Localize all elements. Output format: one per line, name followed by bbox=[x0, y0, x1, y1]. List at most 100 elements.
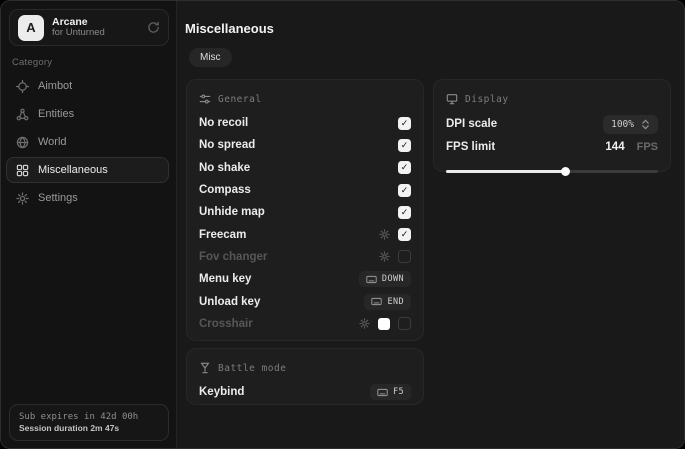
fps-limit-unit: FPS bbox=[637, 141, 658, 153]
unload-key-value: END bbox=[387, 297, 404, 307]
crosshair-color-swatch[interactable] bbox=[378, 318, 390, 330]
setting-row-keybind: Keybind F5 bbox=[199, 381, 411, 403]
check-icon: ✓ bbox=[401, 230, 409, 239]
general-card: General No recoil ✓ No spread ✓ No shake… bbox=[186, 79, 424, 341]
battle-mode-card: Battle mode Keybind F5 bbox=[186, 348, 424, 405]
gear-icon bbox=[16, 192, 29, 205]
check-icon: ✓ bbox=[401, 163, 409, 172]
setting-row-fps-limit: FPS limit 144FPS bbox=[446, 136, 658, 158]
compass-checkbox[interactable]: ✓ bbox=[398, 184, 411, 197]
freecam-settings-gear-icon[interactable] bbox=[379, 229, 390, 240]
chevron-updown-icon bbox=[641, 119, 650, 130]
fps-slider-fill bbox=[446, 170, 565, 173]
setting-row-crosshair: Crosshair ✓ bbox=[199, 313, 411, 335]
setting-label: Unload key bbox=[199, 296, 260, 308]
keyboard-icon bbox=[371, 297, 382, 306]
no-recoil-checkbox[interactable]: ✓ bbox=[398, 117, 411, 130]
setting-row-compass: Compass ✓ bbox=[199, 179, 411, 201]
battle-key-value: F5 bbox=[393, 387, 404, 397]
keyboard-icon bbox=[366, 275, 377, 284]
sidebar-item-entities[interactable]: Entities bbox=[6, 101, 169, 127]
sidebar-item-world[interactable]: World bbox=[6, 129, 169, 155]
crosshair-icon bbox=[16, 80, 29, 93]
setting-label: Menu key bbox=[199, 273, 251, 285]
avatar: A bbox=[18, 15, 44, 41]
menu-key-bind-button[interactable]: DOWN bbox=[359, 271, 411, 287]
setting-row-dpi-scale: DPI scale 100% bbox=[446, 112, 658, 136]
page-title: Miscellaneous bbox=[185, 21, 274, 36]
sidebar-item-miscellaneous[interactable]: Miscellaneous bbox=[6, 157, 169, 183]
general-card-header: General bbox=[199, 90, 411, 108]
setting-label: No recoil bbox=[199, 117, 248, 129]
check-icon: ✓ bbox=[401, 186, 409, 195]
battle-keybind-button[interactable]: F5 bbox=[370, 384, 411, 400]
keyboard-icon bbox=[377, 388, 388, 397]
freecam-checkbox[interactable]: ✓ bbox=[398, 228, 411, 241]
sidebar-header-card: A Arcane for Unturned bbox=[9, 9, 169, 46]
battle-card-header: Battle mode bbox=[199, 359, 411, 377]
setting-row-no-shake: No shake ✓ bbox=[199, 157, 411, 179]
setting-label: No spread bbox=[199, 139, 255, 151]
setting-row-no-spread: No spread ✓ bbox=[199, 134, 411, 156]
check-icon: ✓ bbox=[401, 141, 409, 150]
crosshair-settings-gear-icon[interactable] bbox=[359, 318, 370, 329]
app-window: A Arcane for Unturned Category Aimbot bbox=[0, 0, 685, 449]
dpi-scale-value: 100% bbox=[611, 119, 634, 130]
setting-label: Crosshair bbox=[199, 318, 253, 330]
goblet-icon bbox=[199, 362, 211, 374]
menu-key-value: DOWN bbox=[382, 274, 404, 284]
sub-expiry-text: Sub expires in 42d 00h bbox=[19, 412, 159, 422]
sliders-icon bbox=[199, 93, 211, 105]
setting-row-menu-key: Menu key DOWN bbox=[199, 268, 411, 290]
check-icon: ✓ bbox=[401, 208, 409, 217]
display-card-title: Display bbox=[465, 94, 509, 105]
setting-label: No shake bbox=[199, 162, 250, 174]
check-icon: ✓ bbox=[401, 119, 409, 128]
general-card-title: General bbox=[218, 94, 262, 105]
setting-label: Keybind bbox=[199, 386, 244, 398]
sidebar-item-label: World bbox=[38, 136, 67, 148]
sidebar-item-label: Settings bbox=[38, 192, 78, 204]
sidebar-item-label: Entities bbox=[38, 108, 74, 120]
tab-misc[interactable]: Misc bbox=[189, 48, 232, 67]
no-spread-checkbox[interactable]: ✓ bbox=[398, 139, 411, 152]
fps-limit-value: 144 bbox=[605, 141, 624, 153]
fps-limit-slider[interactable] bbox=[446, 166, 658, 176]
app-identity: Arcane for Unturned bbox=[52, 16, 139, 39]
main-content: Miscellaneous Misc General No recoil ✓ bbox=[177, 1, 684, 448]
globe-icon bbox=[16, 136, 29, 149]
fov-settings-gear-icon[interactable] bbox=[379, 251, 390, 262]
sidebar-item-settings[interactable]: Settings bbox=[6, 185, 169, 211]
sidebar-nav: Aimbot Entities World bbox=[6, 73, 169, 211]
monitor-icon bbox=[446, 93, 458, 105]
setting-row-unload-key: Unload key END bbox=[199, 290, 411, 312]
unhide-map-checkbox[interactable]: ✓ bbox=[398, 206, 411, 219]
setting-row-freecam: Freecam ✓ bbox=[199, 223, 411, 245]
subscription-info-card: Sub expires in 42d 00h Session duration … bbox=[9, 404, 169, 441]
battle-card-title: Battle mode bbox=[218, 363, 286, 374]
setting-row-fov-changer: Fov changer ✓ bbox=[199, 246, 411, 268]
setting-label: Fov changer bbox=[199, 251, 267, 263]
sidebar-item-label: Aimbot bbox=[38, 80, 72, 92]
sidebar-item-label: Miscellaneous bbox=[38, 164, 108, 176]
sidebar-item-aimbot[interactable]: Aimbot bbox=[6, 73, 169, 99]
app-subtitle: for Unturned bbox=[52, 28, 139, 39]
setting-label: DPI scale bbox=[446, 118, 497, 130]
fps-slider-thumb[interactable] bbox=[561, 167, 570, 176]
sidebar: A Arcane for Unturned Category Aimbot bbox=[1, 1, 177, 448]
dpi-scale-select[interactable]: 100% bbox=[603, 115, 658, 134]
unload-key-bind-button[interactable]: END bbox=[364, 294, 411, 310]
grid-icon bbox=[16, 164, 29, 177]
fov-changer-checkbox[interactable]: ✓ bbox=[398, 250, 411, 263]
sync-icon[interactable] bbox=[147, 21, 160, 34]
crosshair-checkbox[interactable]: ✓ bbox=[398, 317, 411, 330]
setting-label: Freecam bbox=[199, 229, 246, 241]
tab-bar: Misc bbox=[189, 48, 232, 67]
setting-label: Compass bbox=[199, 184, 251, 196]
session-duration-text: Session duration 2m 47s bbox=[19, 423, 159, 433]
category-label: Category bbox=[12, 57, 52, 68]
setting-row-no-recoil: No recoil ✓ bbox=[199, 112, 411, 134]
setting-row-unhide-map: Unhide map ✓ bbox=[199, 201, 411, 223]
display-card-header: Display bbox=[446, 90, 658, 108]
no-shake-checkbox[interactable]: ✓ bbox=[398, 161, 411, 174]
